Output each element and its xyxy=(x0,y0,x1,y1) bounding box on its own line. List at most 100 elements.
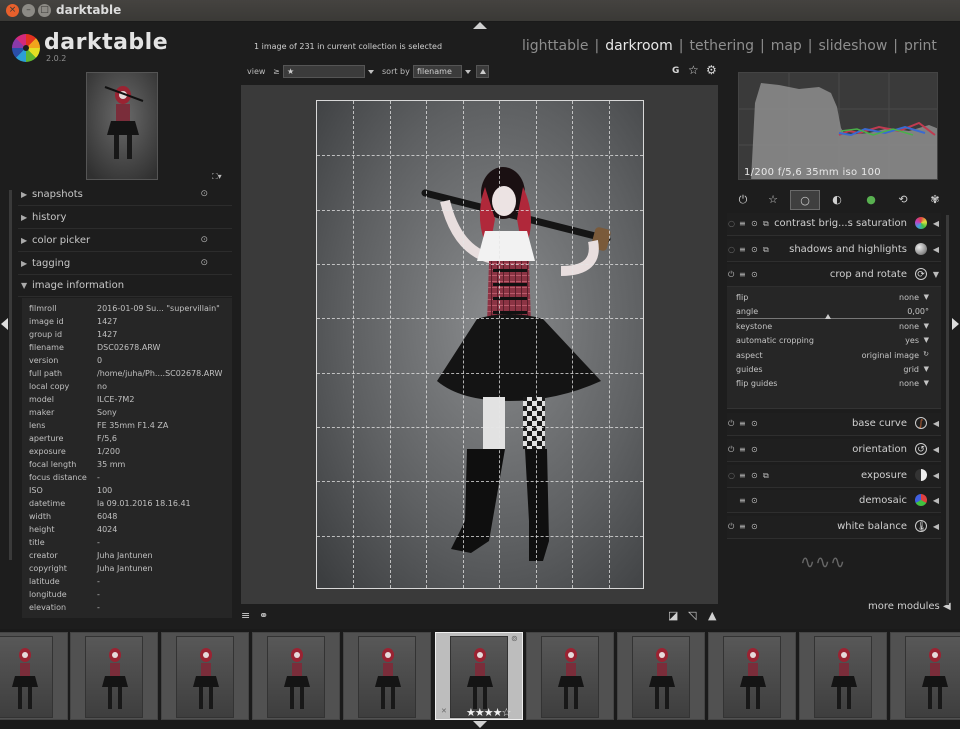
instance-icon[interactable]: ⧉ xyxy=(763,471,769,481)
top-panel-toggle-icon[interactable] xyxy=(473,22,487,29)
chevron-down-icon[interactable]: ▼ xyxy=(924,293,929,301)
reset-icon[interactable]: ⊙ xyxy=(751,471,758,480)
reset-icon[interactable]: ⊙ xyxy=(751,522,758,531)
view-slideshow[interactable]: slideshow xyxy=(819,38,888,54)
module-contrast-saturation[interactable]: ○ ≡ ⊙ ⧉ contrast brig...s saturation ◀ xyxy=(727,213,941,236)
left-panel-toggle-icon[interactable] xyxy=(1,318,8,330)
reset-icon[interactable]: ⊙ xyxy=(751,245,758,254)
module-demosaic[interactable]: ≡ ⊙ demosaic ◀ xyxy=(727,490,941,513)
reset-icon[interactable]: ⊙ xyxy=(751,270,758,279)
reset-icon[interactable]: ⊙ xyxy=(751,219,758,228)
module-exposure[interactable]: ○ ≡ ⊙ ⧉ exposure ◀ xyxy=(727,465,941,488)
section-tagging[interactable]: ▶ tagging ⊙ xyxy=(18,255,232,275)
swap-orientation-icon[interactable]: ↻ xyxy=(923,350,929,358)
view-lighttable[interactable]: lighttable xyxy=(522,38,589,54)
view-operator[interactable]: ≥ xyxy=(273,67,280,76)
instance-icon[interactable]: ⧉ xyxy=(763,219,769,229)
navigation-thumbnail[interactable] xyxy=(86,72,158,180)
effect-group-icon[interactable]: ✾ xyxy=(920,190,950,210)
guides-select[interactable]: grid xyxy=(903,365,919,374)
section-history[interactable]: ▶ history xyxy=(18,209,232,229)
sort-order-button[interactable] xyxy=(476,65,489,78)
softproof-icon[interactable]: ◹ xyxy=(688,609,696,622)
module-crop-rotate[interactable]: ⏻ ≡ ⊙ crop and rotate ⟳ ▼ xyxy=(727,264,941,287)
power-icon[interactable]: ⏻ xyxy=(728,190,758,210)
presets-icon[interactable]: ≡ xyxy=(739,471,746,480)
basic-group-icon[interactable]: ○ xyxy=(790,190,820,210)
section-color-picker[interactable]: ▶ color picker ⊙ xyxy=(18,232,232,252)
rating-stars[interactable]: ★★★★☆ xyxy=(466,706,511,719)
filmstrip-thumb[interactable] xyxy=(252,632,340,720)
module-white-balance[interactable]: ⏻ ≡ ⊙ white balance 🌡 ◀ xyxy=(727,516,941,539)
chevron-down-icon[interactable] xyxy=(465,70,471,74)
expand-arrow-icon[interactable]: ◀ xyxy=(933,496,939,505)
menu-icon[interactable]: ≡ xyxy=(241,609,250,622)
reject-icon[interactable]: ✕ xyxy=(441,707,447,715)
reset-icon[interactable]: ⊙ xyxy=(200,258,208,268)
favorites-star-icon[interactable]: ☆ xyxy=(758,190,788,210)
filmstrip-thumb[interactable] xyxy=(526,632,614,720)
reset-icon[interactable]: ⊙ xyxy=(751,419,758,428)
rating-filter-select[interactable]: ★ xyxy=(283,65,365,78)
module-base-curve[interactable]: ⏻ ≡ ⊙ base curve ∫ ◀ xyxy=(727,413,941,436)
expand-arrow-icon[interactable]: ◀ xyxy=(933,419,939,428)
color-group-icon[interactable]: ● xyxy=(856,190,886,210)
filmstrip-thumb[interactable] xyxy=(343,632,431,720)
filmstrip-thumb[interactable] xyxy=(890,632,960,720)
flip-select[interactable]: none xyxy=(899,293,919,302)
presets-icon[interactable]: ≡ xyxy=(739,445,746,454)
more-modules-button[interactable]: more modules ◀ xyxy=(868,601,951,612)
reset-icon[interactable]: ⊙ xyxy=(751,496,758,505)
group-icon[interactable]: ⊚ xyxy=(511,634,518,643)
presets-icon[interactable]: ≡ xyxy=(739,419,746,428)
filmstrip-thumb[interactable] xyxy=(799,632,887,720)
presets-icon[interactable]: ≡ xyxy=(739,270,746,279)
view-tethering[interactable]: tethering xyxy=(689,38,753,54)
expand-arrow-icon[interactable]: ◀ xyxy=(933,245,939,254)
gamut-check-icon[interactable]: ▲ xyxy=(708,609,716,622)
overexposure-icon[interactable]: ◪ xyxy=(668,609,678,622)
section-image-information[interactable]: ▼ image information xyxy=(18,277,232,297)
chevron-down-icon[interactable]: ▼ xyxy=(924,322,929,330)
right-panel-toggle-icon[interactable] xyxy=(952,318,959,330)
filmstrip-thumb[interactable] xyxy=(617,632,705,720)
histogram[interactable] xyxy=(738,72,938,180)
view-print[interactable]: print xyxy=(904,38,937,54)
reset-icon[interactable]: ⊙ xyxy=(200,189,208,199)
chevron-down-icon[interactable]: ▼ xyxy=(924,365,929,373)
grouping-button[interactable]: G xyxy=(672,66,679,76)
section-snapshots[interactable]: ▶ snapshots ⊙ xyxy=(18,186,232,206)
presets-icon[interactable]: ≡ xyxy=(739,496,746,505)
presets-icon[interactable]: ≡ xyxy=(739,245,746,254)
power-icon[interactable]: ○ xyxy=(728,219,735,228)
close-icon[interactable]: × xyxy=(6,4,19,17)
filmstrip-thumb[interactable] xyxy=(70,632,158,720)
chevron-down-icon[interactable] xyxy=(368,70,374,74)
flip-guides-select[interactable]: none xyxy=(899,379,919,388)
thumbnail-options-icon[interactable]: ⛶▾ xyxy=(212,172,222,182)
power-icon[interactable]: ⏻ xyxy=(728,522,734,532)
overlay-star-icon[interactable]: ☆ xyxy=(688,63,699,77)
styles-icon[interactable]: ⚭ xyxy=(259,609,268,622)
angle-slider-marker[interactable] xyxy=(825,314,831,319)
view-map[interactable]: map xyxy=(771,38,802,54)
maximize-icon[interactable]: □ xyxy=(38,4,51,17)
reset-icon[interactable]: ⊙ xyxy=(751,445,758,454)
minimize-icon[interactable]: – xyxy=(22,4,35,17)
presets-icon[interactable]: ≡ xyxy=(739,219,746,228)
expand-arrow-icon[interactable]: ◀ xyxy=(933,522,939,531)
left-scrollbar[interactable] xyxy=(9,190,12,560)
main-image[interactable] xyxy=(316,100,644,589)
collapse-arrow-icon[interactable]: ▼ xyxy=(933,270,939,279)
instance-icon[interactable]: ⧉ xyxy=(763,245,769,255)
power-icon[interactable]: ○ xyxy=(728,471,735,480)
module-orientation[interactable]: ⏻ ≡ ⊙ orientation ↺ ◀ xyxy=(727,439,941,462)
gear-icon[interactable]: ⚙ xyxy=(706,63,717,77)
expand-arrow-icon[interactable]: ◀ xyxy=(933,471,939,480)
power-icon[interactable]: ⏻ xyxy=(728,270,734,280)
right-scrollbar[interactable] xyxy=(946,215,949,605)
filmstrip-thumb[interactable] xyxy=(708,632,796,720)
expand-arrow-icon[interactable]: ◀ xyxy=(933,445,939,454)
power-icon[interactable]: ⏻ xyxy=(728,419,734,429)
keystone-select[interactable]: none xyxy=(899,322,919,331)
